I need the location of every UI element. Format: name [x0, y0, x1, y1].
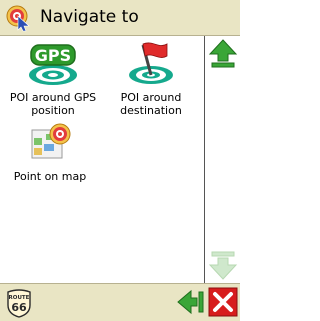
- svg-text:66: 66: [11, 301, 27, 314]
- svg-text:GPS: GPS: [35, 46, 71, 65]
- route66-logo-icon: ROUTE 66: [7, 289, 31, 318]
- option-poi-gps[interactable]: GPS POI around GPS position: [3, 39, 103, 117]
- option-label: position: [31, 104, 75, 117]
- navigate-target-icon: [6, 5, 30, 32]
- gps-poi-icon: GPS: [29, 44, 77, 85]
- option-label: destination: [120, 104, 182, 117]
- arrow-down-icon[interactable]: [205, 249, 241, 283]
- options-panel: GPS POI around GPS position POI around d…: [0, 36, 204, 283]
- option-poi-destination[interactable]: POI around destination: [101, 39, 201, 117]
- header-bar: Navigate to: [0, 0, 240, 36]
- close-icon[interactable]: [208, 287, 238, 317]
- map-point-icon: [31, 123, 71, 159]
- page-title: Navigate to: [40, 7, 139, 27]
- scroll-rail: [204, 36, 241, 283]
- destination-poi-icon: [129, 42, 173, 84]
- option-label: POI around: [120, 91, 182, 104]
- option-label: POI around GPS: [9, 91, 97, 104]
- option-label: Point on map: [13, 170, 87, 183]
- option-point-on-map[interactable]: Point on map: [0, 122, 100, 183]
- footer-bar: ROUTE 66: [0, 283, 240, 321]
- back-arrow-icon[interactable]: [176, 288, 206, 316]
- screen: Navigate to GPS POI around GPS position: [0, 0, 241, 321]
- arrow-up-icon[interactable]: [205, 36, 241, 70]
